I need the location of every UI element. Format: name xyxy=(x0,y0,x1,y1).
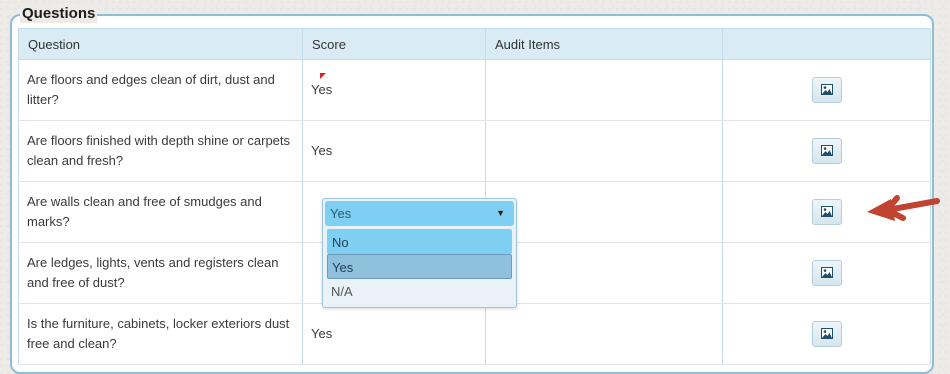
score-dropdown-selected[interactable]: Yes ▼ xyxy=(325,201,514,226)
image-icon xyxy=(820,267,833,278)
score-dropdown-value: Yes xyxy=(330,206,352,221)
section-legend: Questions xyxy=(20,5,98,23)
header-score: Score xyxy=(302,28,486,60)
score-dropdown[interactable]: Yes ▼ No Yes N/A xyxy=(322,198,517,308)
caret-down-icon: ▼ xyxy=(496,208,505,218)
question-text: Are floors finished with depth shine or … xyxy=(18,120,303,182)
question-text: Are ledges, lights, vents and registers … xyxy=(18,242,303,304)
header-audit-items: Audit Items xyxy=(485,28,723,60)
score-cell[interactable]: Yes xyxy=(302,59,486,121)
dropdown-option-no[interactable]: No xyxy=(327,229,512,254)
audit-items-cell xyxy=(485,120,723,182)
header-question: Question xyxy=(18,28,303,60)
red-arrow-icon xyxy=(867,195,940,221)
header-actions xyxy=(722,28,931,60)
image-button[interactable] xyxy=(811,321,842,347)
image-button[interactable] xyxy=(811,199,842,225)
dropdown-option-na[interactable]: N/A xyxy=(327,279,512,304)
image-button[interactable] xyxy=(811,77,842,103)
image-icon xyxy=(820,328,833,339)
question-text: Are walls clean and free of smudges and … xyxy=(18,181,303,243)
table-row: Are floors finished with depth shine or … xyxy=(18,120,931,182)
image-button[interactable] xyxy=(811,260,842,286)
dropdown-option-yes[interactable]: Yes xyxy=(327,254,512,279)
changed-flag-icon xyxy=(320,73,326,79)
questions-table: Question Score Audit Items Are floors an… xyxy=(18,28,931,365)
audit-items-cell xyxy=(485,59,723,121)
image-icon xyxy=(820,145,833,156)
image-button[interactable] xyxy=(811,138,842,164)
audit-items-cell xyxy=(485,181,723,243)
question-text: Are floors and edges clean of dirt, dust… xyxy=(18,59,303,121)
audit-items-cell xyxy=(485,242,723,304)
table-row: Are floors and edges clean of dirt, dust… xyxy=(18,59,931,121)
score-cell[interactable]: Yes xyxy=(302,120,486,182)
image-icon xyxy=(820,206,833,217)
image-icon xyxy=(820,84,833,95)
question-text: Is the furniture, cabinets, locker exter… xyxy=(18,303,303,365)
audit-items-cell xyxy=(485,303,723,365)
table-row: Is the furniture, cabinets, locker exter… xyxy=(18,303,931,365)
table-header-row: Question Score Audit Items xyxy=(18,28,931,60)
score-cell[interactable]: Yes xyxy=(302,303,486,365)
